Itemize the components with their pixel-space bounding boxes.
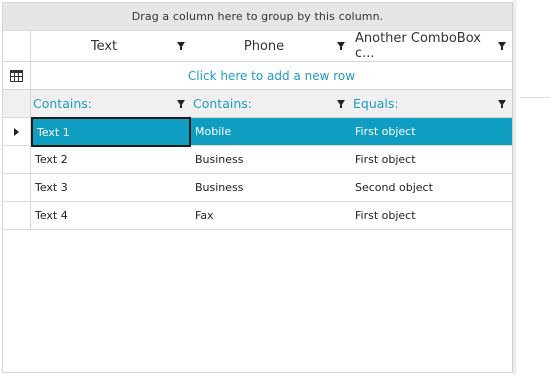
column-header-text[interactable]: Text [31,31,191,61]
group-panel-text: Drag a column here to group by this colu… [131,10,384,23]
table-cell-text[interactable]: Text 1 [31,117,191,147]
table-cell-phone[interactable]: Mobile [191,118,351,145]
table-row[interactable]: Text 1 Mobile First object [3,117,512,147]
table-cell-combobox[interactable]: First object [351,118,512,145]
header-row: Text Phone Another ComboBox c... [3,31,512,62]
add-new-row-link[interactable]: Click here to add a new row [31,62,512,89]
filter-cell-phone[interactable]: Contains: [191,90,351,117]
table-cell-combobox[interactable]: First object [351,146,512,173]
column-header-label: Text [90,38,118,54]
table-cell-text[interactable]: Text 4 [31,202,191,229]
grid-view: Drag a column here to group by this colu… [2,2,513,373]
column-header-combobox[interactable]: Another ComboBox c... [351,31,512,61]
filter-operator: Equals: [353,96,399,111]
filter-operator: Contains: [193,96,252,111]
filter-icon[interactable] [498,99,506,108]
filter-operator: Contains: [33,96,92,111]
filter-cell-text[interactable]: Contains: [31,90,191,117]
table-cell-phone[interactable]: Business [191,174,351,201]
table-cell-text[interactable]: Text 3 [31,174,191,201]
add-new-row[interactable]: Click here to add a new row [3,62,512,90]
filter-row-indicator [3,90,31,117]
filter-cell-combobox[interactable]: Equals: [351,90,512,117]
table-cell-text[interactable]: Text 2 [31,146,191,173]
row-indicator [3,146,31,173]
table-grid-icon [10,69,23,82]
column-header-label: Phone [243,38,285,54]
table-cell-phone[interactable]: Business [191,146,351,173]
side-divider [520,97,550,98]
filter-icon[interactable] [177,42,185,50]
filter-icon[interactable] [337,42,345,50]
table-row[interactable]: Text 2 Business First object [3,146,512,174]
column-header-label: Another ComboBox c... [355,31,481,61]
group-panel[interactable]: Drag a column here to group by this colu… [3,3,512,31]
filter-row: Contains: Contains: Equals: [3,90,512,118]
row-indicator-icon [14,127,19,136]
table-cell-combobox[interactable]: Second object [351,174,512,201]
table-row[interactable]: Text 3 Business Second object [3,174,512,202]
table-cell-phone[interactable]: Fax [191,202,351,229]
add-row-indicator [3,62,31,89]
row-indicator [3,202,31,229]
filter-icon[interactable] [498,42,506,50]
column-header-phone[interactable]: Phone [191,31,351,61]
filter-icon[interactable] [337,99,345,108]
table-cell-combobox[interactable]: First object [351,202,512,229]
pane-splitter [513,0,517,375]
table-row[interactable]: Text 4 Fax First object [3,202,512,230]
filter-icon[interactable] [177,99,185,108]
header-indicator-cell [3,31,31,61]
row-indicator [3,118,31,145]
row-indicator [3,174,31,201]
